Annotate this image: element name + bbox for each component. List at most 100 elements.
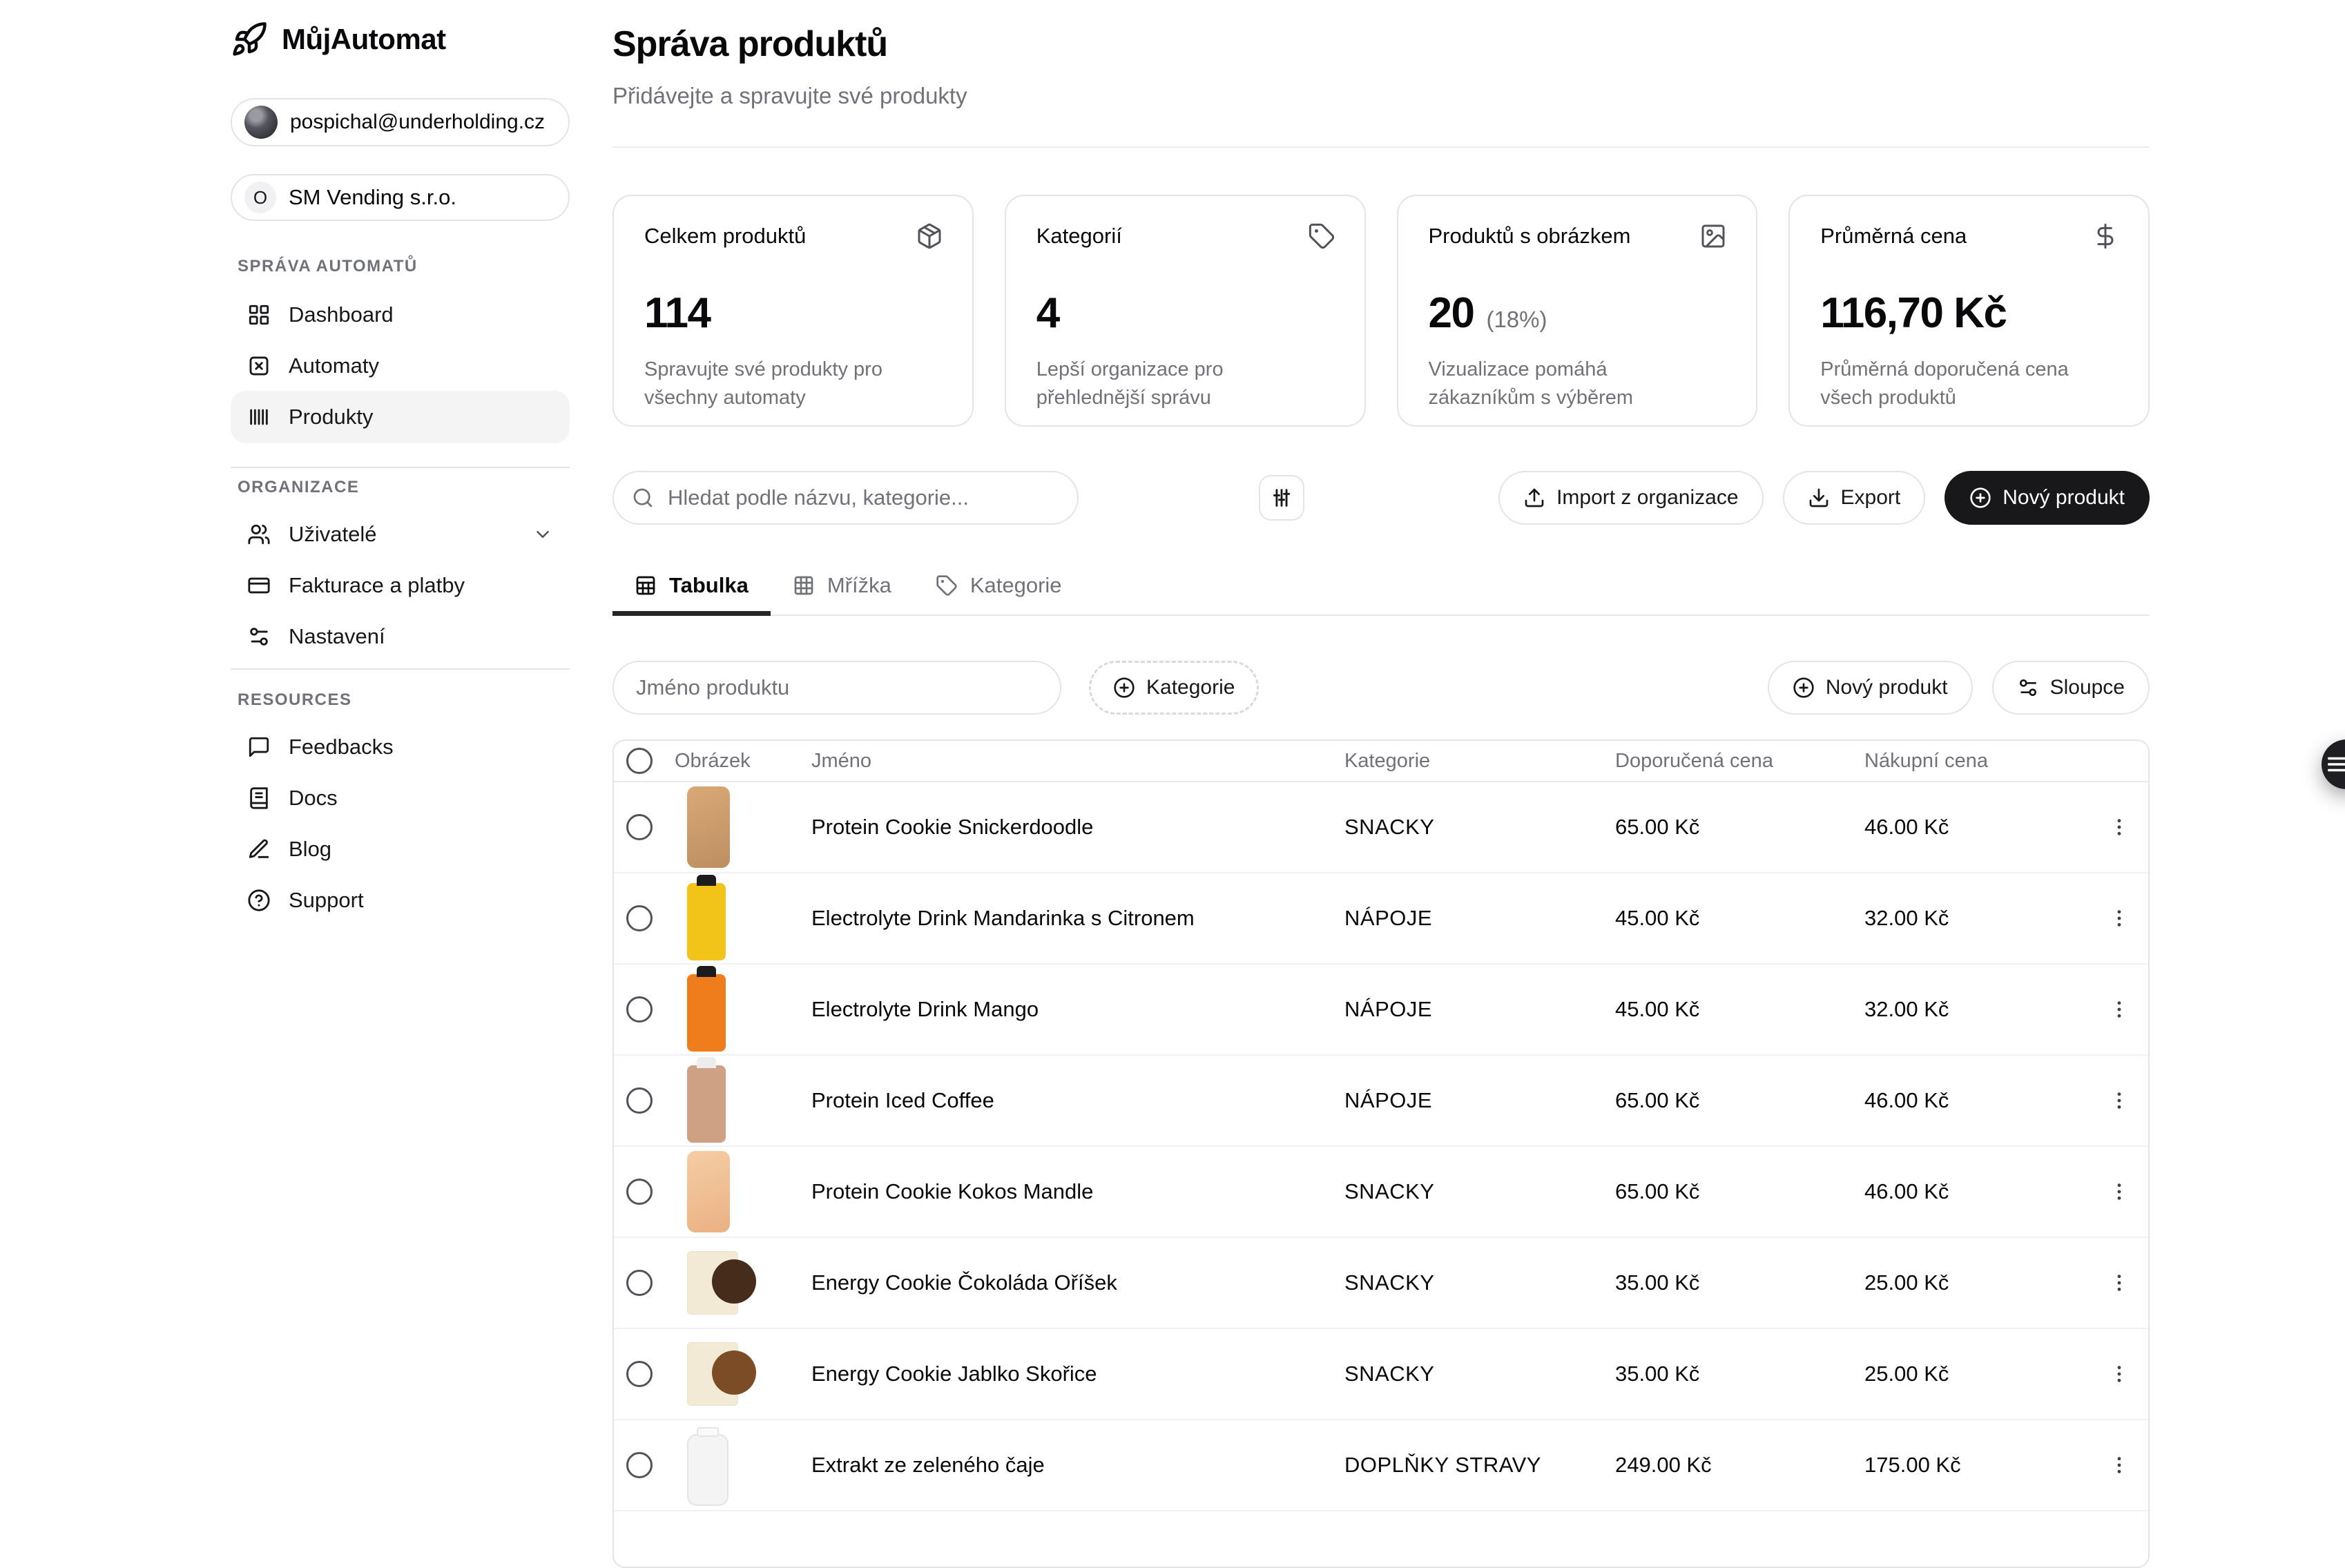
sidebar-item-dashboard[interactable]: Dashboard [231,289,570,341]
row-checkbox[interactable] [626,1179,653,1205]
stat-card-categories: Kategorií 4 Lepší organizace pro přehled… [1005,195,1366,427]
row-menu-button[interactable] [2108,907,2130,929]
stat-value: 116,70 Kč [1820,289,2006,338]
row-checkbox[interactable] [626,905,653,931]
product-image [687,974,726,1052]
product-price: 65.00 Kč [1604,1179,1853,1204]
row-checkbox[interactable] [626,996,653,1023]
stat-label: Produktů s obrázkem [1429,224,1726,249]
products-table: Obrázek Jméno Kategorie Doporučená cena … [612,739,2150,1568]
floating-menu-button[interactable] [2322,739,2345,789]
table-row[interactable]: Energy Cookie Jablko Skořice SNACKY 35.0… [614,1329,2148,1420]
product-name: Protein Iced Coffee [800,1088,1333,1113]
tab-label: Mřížka [827,573,891,598]
tab-tabulka[interactable]: Tabulka [612,556,771,614]
product-category: SNACKY [1333,1362,1604,1386]
sidebar-item-docs[interactable]: Docs [231,772,570,824]
user-account-pill[interactable]: pospichal@underholding.cz [231,98,570,146]
product-price: 45.00 Kč [1604,906,1853,931]
row-checkbox[interactable] [626,1452,653,1478]
users-icon [247,523,271,546]
table-row[interactable]: Electrolyte Drink Mango NÁPOJE 45.00 Kč … [614,965,2148,1056]
app-logo[interactable]: MůjAutomat [231,21,446,58]
sidebar-item-label: Fakturace a platby [289,573,465,598]
import-from-org-button[interactable]: Import z organizace [1498,471,1763,525]
product-price: 249.00 Kč [1604,1453,1853,1478]
product-image [687,1434,728,1506]
product-cost: 32.00 Kč [1853,997,2090,1022]
row-menu-button[interactable] [2108,816,2130,838]
row-menu-button[interactable] [2108,998,2130,1020]
sidebar-item-produkty[interactable]: Produkty [231,391,570,443]
row-checkbox[interactable] [626,1087,653,1114]
row-checkbox[interactable] [626,814,653,840]
product-name: Extrakt ze zeleného čaje [800,1453,1333,1478]
table-row[interactable]: Protein Cookie Snickerdoodle SNACKY 65.0… [614,782,2148,873]
import-label: Import z organizace [1556,486,1738,510]
vending-machine-icon [247,354,271,378]
row-menu-button[interactable] [2108,1181,2130,1203]
new-product-secondary-button[interactable]: Nový produkt [1768,661,1973,715]
sidebar-item-label: Dashboard [289,302,394,327]
sidebar-item-fakturace[interactable]: Fakturace a platby [231,559,570,612]
sidebar-item-support[interactable]: Support [231,874,570,927]
product-name: Protein Cookie Kokos Mandle [800,1179,1333,1204]
row-menu-button[interactable] [2108,1090,2130,1112]
image-icon [1699,222,1727,250]
row-checkbox[interactable] [626,1270,653,1296]
row-menu-button[interactable] [2108,1272,2130,1294]
stat-value: 4 [1036,289,1059,338]
product-name-filter[interactable] [612,661,1061,715]
product-cost: 46.00 Kč [1853,1179,2090,1204]
col-header-cost: Nákupní cena [1853,750,2090,773]
product-price: 35.00 Kč [1604,1270,1853,1295]
table-row[interactable]: Electrolyte Drink Mandarinka s Citronem … [614,873,2148,965]
stat-label: Celkem produktů [644,224,942,249]
product-image [687,1251,738,1315]
stat-label: Kategorií [1036,224,1334,249]
package-icon [916,222,943,250]
equalizer-icon [1270,486,1293,510]
tag-icon [936,574,958,597]
search-icon [632,487,654,509]
page-subtitle: Přidávejte a spravujte své produkty [612,83,967,109]
message-icon [247,735,271,759]
stat-desc: Průměrná doporučená cena všech produktů [1820,356,2110,412]
search-input[interactable] [666,485,1059,511]
select-all-checkbox[interactable] [626,748,653,774]
col-header-image: Obrázek [664,750,800,773]
product-price: 65.00 Kč [1604,815,1853,840]
sidebar-item-feedbacks[interactable]: Feedbacks [231,721,570,773]
table-row[interactable]: Protein Cookie Kokos Mandle SNACKY 65.00… [614,1147,2148,1238]
table-row[interactable]: Protein Iced Coffee NÁPOJE 65.00 Kč 46.0… [614,1056,2148,1147]
category-filter-button[interactable]: Kategorie [1089,661,1259,715]
columns-button[interactable]: Sloupce [1992,661,2150,715]
org-switcher-pill[interactable]: O SM Vending s.r.o. [231,174,570,221]
sidebar-item-uzivatele[interactable]: Uživatelé [231,508,570,561]
chevron-down-icon [532,524,553,545]
table-row[interactable]: Extrakt ze zeleného čaje DOPLŇKY STRAVY … [614,1420,2148,1511]
stat-desc: Lepší organizace pro přehlednější správu [1036,356,1326,412]
sidebar-item-blog[interactable]: Blog [231,823,570,875]
product-name-input[interactable] [635,675,1039,701]
search-box[interactable] [612,471,1079,525]
row-checkbox[interactable] [626,1361,653,1387]
tab-kategorie[interactable]: Kategorie [914,556,1084,614]
section-title-resources: RESOURCES [238,690,352,710]
row-menu-button[interactable] [2108,1363,2130,1385]
sidebar-item-automaty[interactable]: Automaty [231,340,570,392]
product-image [687,1342,738,1406]
table-row[interactable]: Energy Cookie Čokoláda Oříšek SNACKY 35.… [614,1238,2148,1329]
table-actions: Nový produkt Sloupce [1795,661,2150,715]
row-menu-button[interactable] [2108,1454,2130,1476]
pen-icon [247,838,271,861]
sidebar-item-nastaveni[interactable]: Nastavení [231,610,570,663]
product-category: SNACKY [1333,815,1604,840]
tab-mrizka[interactable]: Mřížka [771,556,914,614]
new-product-label: Nový produkt [1826,676,1948,699]
export-button[interactable]: Export [1783,471,1926,525]
new-product-button[interactable]: Nový produkt [1944,471,2150,525]
filter-settings-button[interactable] [1259,475,1304,521]
product-cost: 175.00 Kč [1853,1453,2090,1478]
sliders-icon [247,625,271,648]
